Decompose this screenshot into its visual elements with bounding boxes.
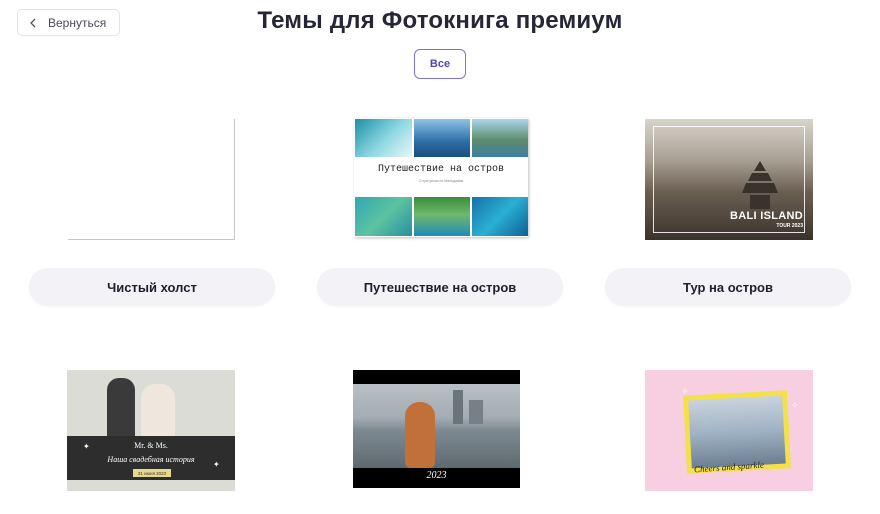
theme-thumbnail-island-tour[interactable]: BALI ISLAND TOUR 2023 [645, 119, 813, 240]
cover-subtitle: TOUR 2023 [776, 223, 803, 229]
photo-tower [453, 390, 463, 424]
cover-date: 31 июня 2023 [133, 469, 171, 477]
cover-subtitle: О прогулках по Мальдивам [418, 179, 464, 183]
cover-names: Mr. & Ms. [134, 441, 168, 450]
photo-lagoon [472, 197, 528, 236]
sparkle-icon: ✧ [681, 386, 689, 396]
photo-wave [355, 119, 412, 157]
theme-thumbnail-blank-canvas[interactable] [68, 119, 235, 240]
theme-card-island-trip[interactable]: Путешествие на остров [317, 268, 563, 306]
cover-story: Наша свадебная история [107, 455, 195, 464]
theme-thumbnail-city-year[interactable]: 2023 [353, 370, 520, 488]
filter-all-button[interactable]: Все [414, 49, 466, 79]
sparkle-icon: ✧ [791, 400, 799, 410]
cover-year: 2023 [426, 470, 447, 481]
photo-palms [472, 119, 528, 157]
sparkle-icon: ✦ [213, 460, 220, 469]
theme-thumbnail-wedding[interactable]: Mr. & Ms. Наша свадебная история 31 июня… [67, 370, 235, 491]
sparkle-icon: ✦ [83, 442, 90, 451]
photo-tower [469, 400, 483, 424]
photo-jungle-beach [414, 197, 470, 236]
photo-bride [141, 384, 175, 436]
photo-island-aerial [355, 197, 412, 236]
photo-party-group [688, 395, 786, 469]
theme-thumbnail-island-trip[interactable]: Путешествие на остров О прогулках по Мал… [354, 118, 528, 237]
theme-thumbnail-party[interactable]: Cheers and sparkle ✧ ✧ [645, 370, 813, 491]
cover-title: BALI ISLAND [730, 210, 803, 222]
theme-card-blank-canvas[interactable]: Чистый холст [29, 268, 275, 306]
photo-city-waterfront [353, 384, 520, 468]
pagoda-silhouette [742, 161, 778, 209]
theme-card-island-tour[interactable]: Тур на остров [605, 268, 851, 306]
page-title: Темы для Фотокнига премиум [257, 7, 623, 34]
cover-title: Путешествие на остров [377, 164, 505, 175]
photo-woman-hair [405, 402, 435, 468]
photo-sea-person [414, 119, 470, 157]
photo-groom [107, 378, 135, 436]
